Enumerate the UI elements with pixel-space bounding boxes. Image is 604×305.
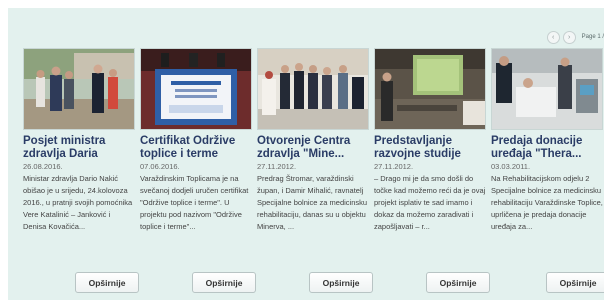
news-excerpt: Na Rehabilitacijskom odjelu 2 Specijalne… xyxy=(491,174,603,231)
news-carousel: ‹ › Page 1 / Posjet ministra zdravlja Da… xyxy=(8,8,604,300)
news-card: Predaja donacije uređaja "Thera... 03.03… xyxy=(491,48,604,298)
read-more-button[interactable]: Opširnije xyxy=(546,272,604,293)
opening-ceremony-photo xyxy=(258,49,368,129)
page-indicator: Page 1 / xyxy=(581,34,604,40)
news-title-link[interactable]: Certifikat Održive toplice i terme xyxy=(140,135,252,160)
news-excerpt: Ministar zdravlja Dario Nakić obišao je … xyxy=(23,174,133,231)
news-date: 27.11.2012. xyxy=(257,162,297,171)
news-excerpt: Varaždinskim Toplicama je na svečanoj do… xyxy=(140,174,249,231)
news-thumbnail[interactable] xyxy=(374,48,486,130)
read-more-button[interactable]: Opširnije xyxy=(426,272,490,293)
news-excerpt: – Drago mi je da smo došli do točke kad … xyxy=(374,174,486,231)
read-more-button[interactable]: Opširnije xyxy=(309,272,373,293)
news-date: 03.03.2011. xyxy=(491,162,531,171)
news-thumbnail[interactable] xyxy=(257,48,369,130)
certificate-award-photo xyxy=(141,49,251,129)
news-date: 07.06.2016. xyxy=(140,162,180,171)
carousel-pager: ‹ › Page 1 / xyxy=(546,30,604,44)
news-thumbnail[interactable] xyxy=(491,48,603,130)
news-title-link[interactable]: Predstavljanje razvojne studije xyxy=(374,135,486,160)
news-card: Posjet ministra zdravlja Daria Nakić... … xyxy=(23,48,139,298)
news-date: 27.11.2012. xyxy=(374,162,414,171)
news-title-link[interactable]: Posjet ministra zdravlja Daria Nakić... xyxy=(23,135,135,160)
chevron-left-icon[interactable]: ‹ xyxy=(546,30,560,44)
news-excerpt: Predrag Štromar, varaždinski župan, i Da… xyxy=(257,174,368,231)
chevron-right-icon[interactable]: › xyxy=(562,30,576,44)
news-card: Certifikat Održive toplice i terme 07.06… xyxy=(140,48,256,298)
study-presentation-photo xyxy=(375,49,485,129)
news-card: Otvorenje Centra zdravlja "Mine... 27.11… xyxy=(257,48,373,298)
device-donation-photo xyxy=(492,49,602,129)
news-title-link[interactable]: Predaja donacije uređaja "Thera... xyxy=(491,135,603,160)
read-more-button[interactable]: Opširnije xyxy=(75,272,139,293)
ministry-visit-photo xyxy=(24,49,134,129)
news-title-link[interactable]: Otvorenje Centra zdravlja "Mine... xyxy=(257,135,369,160)
read-more-button[interactable]: Opširnije xyxy=(192,272,256,293)
news-thumbnail[interactable] xyxy=(23,48,135,130)
news-card: Predstavljanje razvojne studije 27.11.20… xyxy=(374,48,490,298)
carousel-track: Posjet ministra zdravlja Daria Nakić... … xyxy=(23,48,604,298)
news-thumbnail[interactable] xyxy=(140,48,252,130)
news-date: 26.08.2016. xyxy=(23,162,63,171)
